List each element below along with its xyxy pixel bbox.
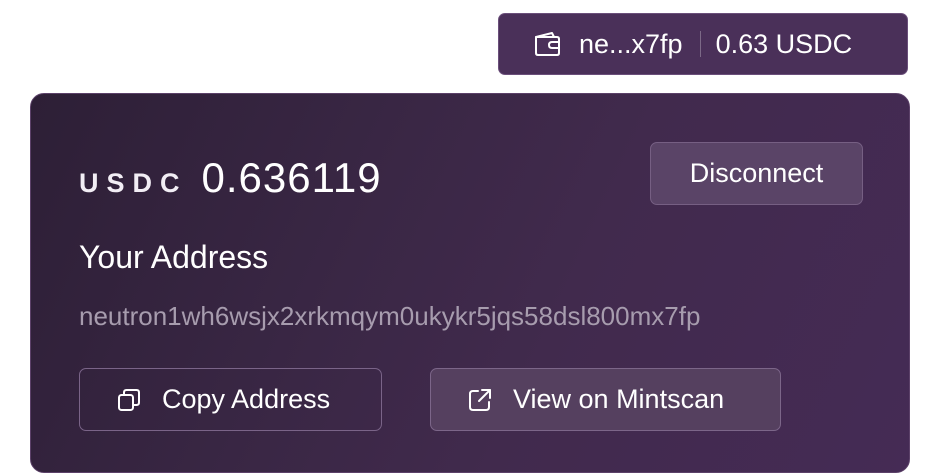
view-on-mintscan-button[interactable]: View on Mintscan bbox=[430, 368, 781, 431]
wallet-address-short: ne...x7fp bbox=[579, 28, 683, 59]
wallet-balance: 0.63 USDC bbox=[715, 28, 853, 59]
wallet-card: USDC 0.636119 Disconnect Your Address ne… bbox=[30, 93, 910, 473]
token-symbol: USDC bbox=[79, 168, 188, 198]
copy-icon bbox=[116, 387, 142, 413]
wallet-button[interactable]: ne...x7fp 0.63 USDC bbox=[498, 13, 908, 75]
address-heading: Your Address bbox=[79, 239, 269, 275]
wallet-icon bbox=[531, 28, 563, 60]
disconnect-button[interactable]: Disconnect bbox=[650, 142, 863, 205]
full-address: neutron1wh6wsjx2xrkmqym0ukykr5jqs58dsl80… bbox=[79, 301, 701, 331]
copy-address-label: Copy Address bbox=[162, 384, 331, 414]
divider bbox=[699, 31, 701, 57]
copy-address-button[interactable]: Copy Address bbox=[79, 368, 382, 431]
token-amount: 0.636119 bbox=[201, 154, 382, 201]
balance-row: USDC 0.636119 bbox=[79, 154, 382, 202]
external-link-icon bbox=[467, 387, 493, 413]
view-on-mintscan-label: View on Mintscan bbox=[513, 384, 725, 414]
